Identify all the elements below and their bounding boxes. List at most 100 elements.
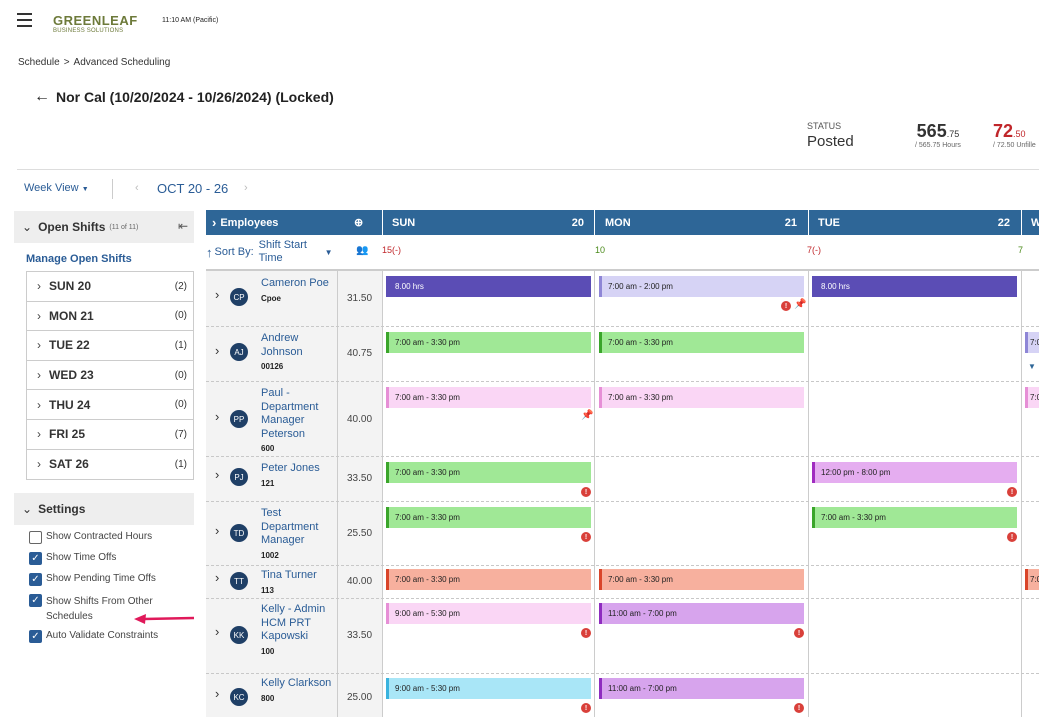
- chevron-down-icon: ⌄: [22, 502, 33, 516]
- checkbox[interactable]: [29, 531, 42, 544]
- warning-icon[interactable]: !: [581, 703, 591, 713]
- settings-header[interactable]: ⌄ Settings: [14, 493, 194, 525]
- employee-name[interactable]: Test Department Manager 1002: [261, 507, 333, 562]
- divider: [382, 210, 383, 235]
- chevron-right-icon[interactable]: ›: [215, 287, 219, 302]
- employee-name[interactable]: Kelly - Admin HCM PRT Kapowski 100: [261, 603, 333, 658]
- chevron-right-icon: ›: [37, 427, 41, 442]
- day-count-wed: 7: [1018, 245, 1024, 255]
- shift-block[interactable]: 7:00 am - 3:30 pm: [599, 332, 804, 353]
- chevron-right-icon: ›: [212, 215, 217, 230]
- next-week-icon[interactable]: ›: [244, 182, 248, 194]
- group-icon[interactable]: 👥: [356, 245, 368, 256]
- shift-block[interactable]: 7:00 am - 2:00 pm: [599, 276, 804, 297]
- chevron-right-icon[interactable]: ›: [215, 467, 219, 482]
- date-range[interactable]: OCT 20 - 26: [157, 181, 228, 196]
- shift-block[interactable]: 7:00 am - 3:30 pm: [812, 507, 1017, 528]
- collapse-panel-icon[interactable]: ⇤: [178, 219, 188, 233]
- employee-name[interactable]: Cameron Poe Cpoe: [261, 277, 333, 305]
- open-shift-day-thu[interactable]: › THU 24 (0): [27, 390, 193, 420]
- employee-name[interactable]: Paul - Department Manager Peterson 600: [261, 387, 333, 456]
- manage-open-shifts-link[interactable]: Manage Open Shifts: [26, 253, 132, 265]
- avatar: TD: [230, 524, 248, 542]
- chevron-right-icon[interactable]: ›: [215, 409, 219, 424]
- open-shift-day-sun[interactable]: › SUN 20 (2): [27, 272, 193, 302]
- open-shift-day-wed[interactable]: › WED 23 (0): [27, 361, 193, 391]
- shift-block[interactable]: 7:0: [1025, 387, 1039, 408]
- top-bar: GREENLEAF BUSINESS SOLUTIONS 11:10 AM (P…: [0, 0, 1039, 46]
- shift-block[interactable]: 7:00 am - 3:30 pm: [386, 462, 591, 483]
- grid-subheader: ↑ Sort By: Shift Start Time ▼ 👥 15(-) 10…: [206, 235, 1039, 271]
- sort-control[interactable]: ↑ Sort By: Shift Start Time ▼: [206, 239, 333, 265]
- employee-name[interactable]: Andrew Johnson 00126: [261, 332, 333, 374]
- warning-icon[interactable]: !: [794, 703, 804, 713]
- warning-icon[interactable]: !: [794, 628, 804, 638]
- checkbox[interactable]: ✓: [29, 573, 42, 586]
- shift-block[interactable]: 7:00 am - 3:30 pm: [386, 387, 591, 408]
- shift-block[interactable]: 11:00 am - 7:00 pm: [599, 678, 804, 699]
- shift-block[interactable]: 8.00 hrs: [812, 276, 1017, 297]
- shift-block[interactable]: 9:00 am - 5:30 pm: [386, 603, 591, 624]
- setting-pending-time-offs[interactable]: ✓ Show Pending Time Offs: [29, 573, 189, 586]
- chevron-right-icon: ›: [37, 338, 41, 353]
- shift-block[interactable]: 7:00 am - 3:30 pm: [599, 569, 804, 590]
- shift-block[interactable]: 7:00 am - 3:30 pm: [599, 387, 804, 408]
- shift-block[interactable]: 9:00 am - 5:30 pm: [386, 678, 591, 699]
- divider: [808, 210, 809, 235]
- hours-stat: 565.75 / 565.75 Hours: [915, 121, 961, 149]
- setting-contracted-hours[interactable]: Show Contracted Hours: [29, 531, 189, 544]
- shift-block[interactable]: 11:00 am - 7:00 pm: [599, 603, 804, 624]
- breadcrumb-schedule[interactable]: Schedule: [18, 57, 60, 68]
- employee-name[interactable]: Peter Jones 121: [261, 462, 333, 490]
- checkbox[interactable]: ✓: [29, 594, 42, 607]
- shift-block[interactable]: 7:00 am - 3:30 pm: [386, 507, 591, 528]
- chevron-right-icon: ›: [37, 279, 41, 294]
- shift-block[interactable]: 7:0: [1025, 332, 1039, 353]
- add-employee-icon[interactable]: ⊕: [354, 210, 363, 235]
- week-view-dropdown[interactable]: Week View ▼: [24, 182, 89, 194]
- employee-hours: 33.50: [347, 473, 373, 484]
- chevron-right-icon[interactable]: ›: [215, 624, 219, 639]
- open-shift-day-tue[interactable]: › TUE 22 (1): [27, 331, 193, 361]
- shift-block[interactable]: 12:00 pm - 8:00 pm: [812, 462, 1017, 483]
- employee-name[interactable]: Tina Turner 113: [261, 569, 333, 597]
- shift-block[interactable]: 7:00 am - 3:30 pm: [386, 332, 591, 353]
- setting-time-offs[interactable]: ✓ Show Time Offs: [29, 552, 189, 565]
- warning-icon[interactable]: !: [581, 532, 591, 542]
- warning-icon[interactable]: !: [1007, 487, 1017, 497]
- pin-icon[interactable]: 📌: [581, 410, 593, 421]
- caret-down-icon: ▼: [324, 247, 333, 257]
- warning-icon[interactable]: !: [1007, 532, 1017, 542]
- avatar: CP: [230, 288, 248, 306]
- chevron-right-icon: ›: [37, 368, 41, 383]
- chevron-right-icon: ›: [37, 308, 41, 323]
- checkbox[interactable]: ✓: [29, 630, 42, 643]
- chevron-right-icon[interactable]: ›: [215, 523, 219, 538]
- pin-icon[interactable]: 📌: [794, 299, 806, 310]
- avatar: PP: [230, 410, 248, 428]
- chevron-right-icon[interactable]: ›: [215, 570, 219, 585]
- warning-icon[interactable]: !: [781, 301, 791, 311]
- warning-icon[interactable]: !: [581, 487, 591, 497]
- back-arrow-icon[interactable]: ←: [34, 88, 50, 106]
- chevron-right-icon[interactable]: ›: [215, 343, 219, 358]
- employee-name[interactable]: Kelly Clarkson 800: [261, 677, 333, 705]
- checkbox[interactable]: ✓: [29, 552, 42, 565]
- shift-block[interactable]: 7:00 am - 3:30 pm: [386, 569, 591, 590]
- warning-icon[interactable]: !: [581, 628, 591, 638]
- chevron-right-icon[interactable]: ›: [215, 686, 219, 701]
- status-block: STATUS Posted: [807, 121, 854, 150]
- prev-week-icon[interactable]: ‹: [135, 182, 139, 194]
- avatar: KC: [230, 688, 248, 706]
- shift-block[interactable]: 8.00 hrs: [386, 276, 591, 297]
- open-shift-day-fri[interactable]: › FRI 25 (7): [27, 420, 193, 450]
- open-shift-day-mon[interactable]: › MON 21 (0): [27, 302, 193, 332]
- caret-down-icon[interactable]: ▼: [1028, 362, 1036, 371]
- hamburger-menu-icon[interactable]: [17, 13, 32, 31]
- setting-auto-validate[interactable]: ✓ Auto Validate Constraints: [29, 630, 189, 643]
- employees-header[interactable]: › Employees: [212, 210, 278, 235]
- open-shift-day-sat[interactable]: › SAT 26 (1): [27, 450, 193, 480]
- shift-block[interactable]: 7:0: [1025, 569, 1039, 590]
- open-shifts-header[interactable]: ⌄ Open Shifts (11 of 11) ⇤: [14, 211, 194, 243]
- day-header-sun: SUN 20: [392, 216, 584, 229]
